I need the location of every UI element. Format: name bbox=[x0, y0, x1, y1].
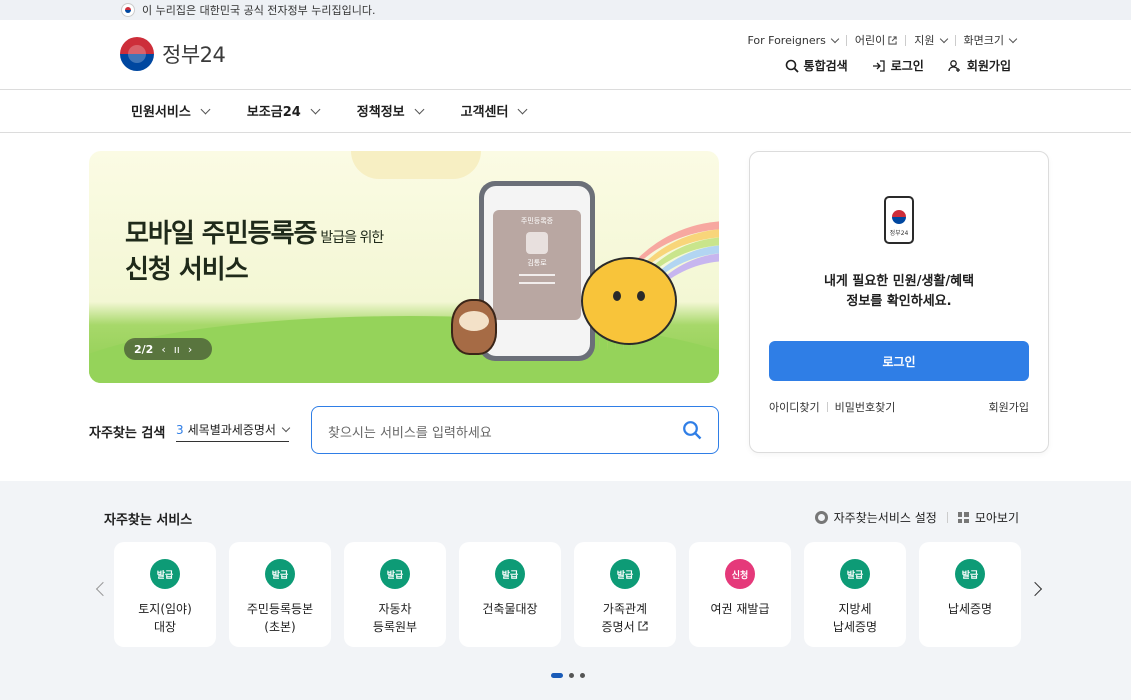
cat-character bbox=[581, 257, 677, 345]
carousel-dot[interactable] bbox=[569, 673, 574, 678]
official-site-notice: 이 누리집은 대한민국 공식 전자정부 누리집입니다. bbox=[142, 4, 376, 17]
service-card-passport-reissue[interactable]: 신청 여권 재발급 bbox=[689, 542, 791, 647]
avatar bbox=[526, 232, 548, 254]
issue-badge: 발급 bbox=[955, 559, 985, 589]
issue-badge: 발급 bbox=[265, 559, 295, 589]
gov24-logo[interactable]: 정부24 bbox=[120, 37, 226, 71]
search-icon bbox=[785, 59, 799, 73]
pause-icon[interactable]: ıı bbox=[174, 343, 180, 356]
korea-flag-icon bbox=[121, 3, 135, 17]
search-icon[interactable] bbox=[682, 420, 702, 440]
kids-link[interactable]: 어린이 bbox=[855, 32, 897, 48]
site-header: 정부24 For Foreigners 어린이 지원 화면크기 통합검색 로그인… bbox=[0, 20, 1131, 90]
frequent-services-section: 자주찾는 서비스 자주찾는서비스 설정 모아보기 발급 토지(임야) 대장 발급 … bbox=[0, 481, 1131, 700]
find-id-link[interactable]: 아이디찾기 bbox=[769, 399, 820, 415]
nav-policy-info[interactable]: 정책정보 bbox=[357, 101, 425, 120]
chevron-down-icon bbox=[310, 104, 321, 114]
issue-badge: 발급 bbox=[610, 559, 640, 589]
official-site-notice-bar: 이 누리집은 대한민국 공식 전자정부 누리집입니다. bbox=[0, 0, 1131, 20]
section-title: 자주찾는 서비스 bbox=[104, 513, 193, 528]
service-card-local-tax-certificate[interactable]: 발급 지방세 납세증명 bbox=[804, 542, 906, 647]
service-settings-link[interactable]: 자주찾는서비스 설정 bbox=[834, 509, 937, 526]
carousel-indicator bbox=[551, 673, 585, 678]
government-emblem-icon bbox=[120, 37, 154, 71]
service-cards: 발급 토지(임야) 대장 발급 주민등록등본 (초본) 발급 자동차 등록원부 발급 … bbox=[114, 542, 1021, 647]
for-foreigners-menu[interactable]: For Foreigners bbox=[747, 34, 840, 47]
find-password-link[interactable]: 비밀번호찾기 bbox=[835, 399, 896, 415]
logo-text: 정부24 bbox=[162, 43, 226, 67]
service-card-land-register[interactable]: 발급 토지(임야) 대장 bbox=[114, 542, 216, 647]
chevron-down-icon bbox=[414, 104, 425, 114]
utility-menu: For Foreigners 어린이 지원 화면크기 bbox=[747, 32, 1018, 48]
banner-subtitle: 신청 서비스 bbox=[125, 255, 249, 285]
external-link-icon bbox=[888, 35, 897, 45]
carousel-prev-icon[interactable] bbox=[95, 581, 111, 597]
header-actions: 통합검색 로그인 회원가입 bbox=[785, 57, 1011, 74]
gear-icon bbox=[814, 511, 828, 524]
add-user-icon bbox=[948, 59, 960, 72]
popular-search-label: 자주찾는 검색 bbox=[89, 426, 166, 441]
account-links: 아이디찾기 비밀번호찾기 회원가입 bbox=[769, 399, 1029, 415]
main-navigation: 민원서비스 보조금24 정책정보 고객센터 bbox=[0, 90, 1131, 133]
banner-title: 모바일 주민등록증 발급을 위한 bbox=[125, 219, 384, 249]
chevron-down-icon bbox=[939, 34, 948, 43]
issue-badge: 발급 bbox=[840, 559, 870, 589]
service-card-building-register[interactable]: 발급 건축물대장 bbox=[459, 542, 561, 647]
login-link[interactable]: 로그인 bbox=[872, 57, 924, 74]
login-button[interactable]: 로그인 bbox=[769, 341, 1029, 381]
banner-pager: 2/2 ‹ ıı › bbox=[124, 338, 212, 360]
chevron-down-icon bbox=[200, 104, 211, 114]
search-section: 자주찾는 검색 3 세목별과세증명서 찾으시는 서비스를 입력하세요 bbox=[89, 406, 719, 454]
login-message: 내게 필요한 민원/생활/혜택 정보를 확인하세요. bbox=[823, 274, 975, 309]
next-slide-icon[interactable]: › bbox=[188, 343, 192, 356]
carousel-dot-active[interactable] bbox=[551, 673, 563, 678]
nav-civil-services[interactable]: 민원서비스 bbox=[131, 101, 211, 120]
issue-badge: 발급 bbox=[380, 559, 410, 589]
chevron-down-icon bbox=[518, 104, 528, 114]
services-options: 자주찾는서비스 설정 모아보기 bbox=[814, 509, 1019, 526]
chevron-down-icon bbox=[1008, 34, 1018, 43]
screen-size-menu[interactable]: 화면크기 bbox=[964, 32, 1018, 48]
chevron-down-icon bbox=[281, 423, 291, 433]
service-search-input[interactable]: 찾으시는 서비스를 입력하세요 bbox=[311, 406, 719, 454]
popular-keyword-dropdown[interactable]: 3 세목별과세증명서 bbox=[176, 421, 291, 442]
nav-subsidy24[interactable]: 보조금24 bbox=[247, 101, 321, 120]
search-placeholder: 찾으시는 서비스를 입력하세요 bbox=[328, 426, 492, 441]
carousel-dot[interactable] bbox=[580, 673, 585, 678]
service-card-tax-certificate[interactable]: 발급 납세증명 bbox=[919, 542, 1021, 647]
signup-link[interactable]: 회원가입 bbox=[989, 399, 1029, 415]
service-card-vehicle-register[interactable]: 발급 자동차 등록원부 bbox=[344, 542, 446, 647]
mobile-device-icon: 정부24 bbox=[884, 196, 914, 244]
owl-character bbox=[451, 299, 497, 355]
login-icon bbox=[872, 59, 885, 72]
cloud-decoration bbox=[351, 151, 481, 179]
service-card-resident-registration[interactable]: 발급 주민등록등본 (초본) bbox=[229, 542, 331, 647]
integrated-search-button[interactable]: 통합검색 bbox=[785, 57, 848, 74]
promo-banner[interactable]: 모바일 주민등록증 발급을 위한 신청 서비스 주민등록증 김통로 2/2 ‹ ı… bbox=[89, 151, 719, 383]
prev-slide-icon[interactable]: ‹ bbox=[161, 343, 165, 356]
view-all-link[interactable]: 모아보기 bbox=[975, 509, 1019, 526]
service-card-family-certificate[interactable]: 발급 가족관계 증명서 bbox=[574, 542, 676, 647]
chevron-down-icon bbox=[830, 34, 840, 43]
issue-badge: 발급 bbox=[150, 559, 180, 589]
issue-badge: 발급 bbox=[495, 559, 525, 589]
apply-badge: 신청 bbox=[725, 559, 755, 589]
grid-icon bbox=[957, 512, 969, 523]
carousel-next-icon[interactable] bbox=[1027, 581, 1043, 597]
mobile-id-card: 주민등록증 김통로 bbox=[493, 210, 581, 320]
signup-link[interactable]: 회원가입 bbox=[948, 57, 1011, 74]
nav-customer-center[interactable]: 고객센터 bbox=[461, 101, 528, 120]
external-link-icon bbox=[638, 621, 649, 631]
support-menu[interactable]: 지원 bbox=[914, 32, 948, 48]
login-panel: 정부24 내게 필요한 민원/생활/혜택 정보를 확인하세요. 로그인 아이디찾… bbox=[749, 151, 1049, 453]
